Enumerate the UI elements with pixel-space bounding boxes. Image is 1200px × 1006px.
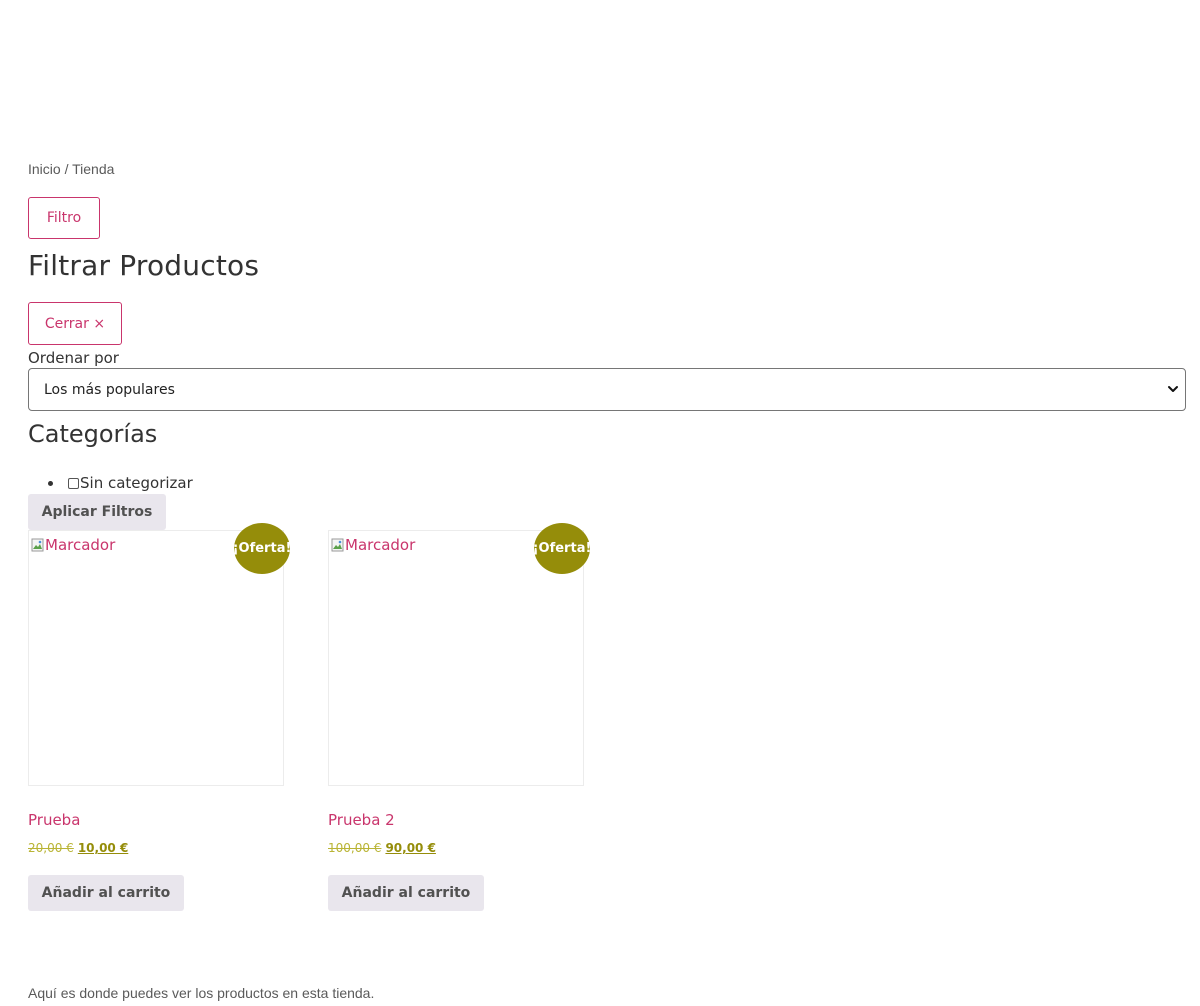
product-prices: 20,00 € 10,00 €: [28, 841, 128, 855]
category-list-item: Sin categorizar: [48, 474, 193, 492]
close-filter-button[interactable]: Cerrar ×: [28, 302, 122, 345]
product-name[interactable]: Prueba: [28, 811, 80, 829]
filter-panel-title: Filtrar Productos: [28, 249, 260, 282]
image-alt-text: Marcador: [45, 536, 116, 554]
sale-price: 10,00 €: [77, 841, 129, 855]
broken-image-icon: [331, 538, 344, 552]
image-alt-text: Marcador: [345, 536, 416, 554]
shop-description: Aquí es donde puedes ver los productos e…: [28, 985, 375, 1001]
sort-selected-value: Los más populares: [44, 381, 175, 398]
breadcrumb: Inicio / Tienda: [28, 161, 115, 177]
categories-title: Categorías: [28, 420, 158, 448]
sort-label: Ordenar por: [28, 349, 119, 367]
product-image-alt: Marcador: [31, 536, 115, 554]
old-price: 100,00 €: [328, 841, 382, 855]
product-image-alt: Marcador: [331, 536, 415, 554]
category-checkbox[interactable]: [68, 477, 79, 489]
chevron-down-icon: [1168, 386, 1178, 392]
sale-price: 90,00 €: [385, 841, 436, 855]
broken-image-icon: [31, 538, 44, 552]
category-label[interactable]: Sin categorizar: [80, 474, 193, 492]
product-name[interactable]: Prueba 2: [328, 811, 395, 829]
apply-filters-button[interactable]: Aplicar Filtros: [28, 494, 166, 530]
sale-badge: ¡Oferta!: [533, 523, 591, 574]
add-to-cart-button[interactable]: Añadir al carrito: [328, 875, 484, 911]
filter-button[interactable]: Filtro: [28, 197, 100, 239]
old-price: 20,00 €: [28, 841, 74, 855]
sort-select[interactable]: Los más populares: [28, 368, 1186, 411]
list-bullet: [48, 480, 53, 486]
add-to-cart-button[interactable]: Añadir al carrito: [28, 875, 184, 911]
product-prices: 100,00 € 90,00 €: [328, 841, 436, 855]
sale-badge: ¡Oferta!: [233, 523, 291, 574]
